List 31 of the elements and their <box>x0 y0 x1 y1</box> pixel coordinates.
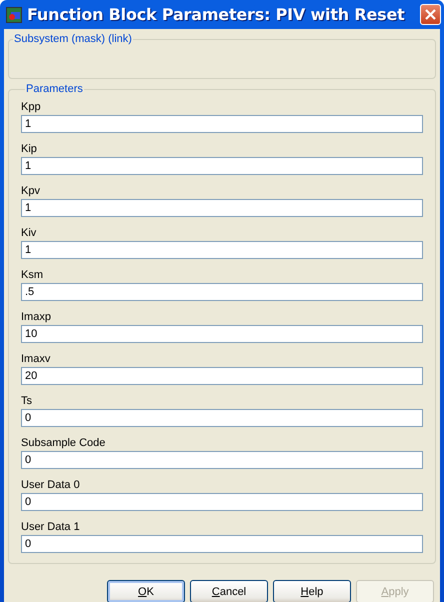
parameter-field[interactable]: .5 <box>21 283 423 301</box>
dialog-button[interactable]: Cancel <box>190 580 268 602</box>
parameter-label: Imaxv <box>21 352 50 367</box>
parameter-field[interactable]: 1 <box>21 157 423 175</box>
app-icon <box>6 6 22 22</box>
group-title: Subsystem (mask) (link) <box>13 33 133 45</box>
close-icon <box>424 8 437 21</box>
parameter-label: Kpp <box>21 100 41 115</box>
parameter-field[interactable]: 1 <box>21 241 423 259</box>
parameter-field[interactable]: 10 <box>21 325 423 343</box>
parameter-label: Subsample Code <box>21 436 106 451</box>
close-button[interactable] <box>420 4 441 25</box>
parameter-field[interactable]: 0 <box>21 451 423 469</box>
parameter-field[interactable]: 20 <box>21 367 423 385</box>
parameter-label: Kpv <box>21 184 40 199</box>
parameter-label: Kip <box>21 142 37 157</box>
parameter-label: Ts <box>21 394 32 409</box>
parameter-field[interactable]: 1 <box>21 199 423 217</box>
parameter-label: Ksm <box>21 268 43 283</box>
parameter-field[interactable]: 0 <box>21 409 423 427</box>
parameter-field[interactable]: 0 <box>21 535 423 553</box>
parameter-label: Kiv <box>21 226 36 241</box>
parameter-label: User Data 0 <box>21 478 80 493</box>
parameter-label: User Data 1 <box>21 520 80 535</box>
group-title: Parameters <box>25 83 84 95</box>
dialog-button[interactable]: Help <box>273 580 351 602</box>
window-title: Function Block Parameters: PIV with Reset <box>27 5 406 24</box>
parameter-field[interactable]: 1 <box>21 115 423 133</box>
dialog-button[interactable]: OK <box>107 580 185 602</box>
parameter-label: Imaxp <box>21 310 51 325</box>
parameter-field[interactable]: 0 <box>21 493 423 511</box>
